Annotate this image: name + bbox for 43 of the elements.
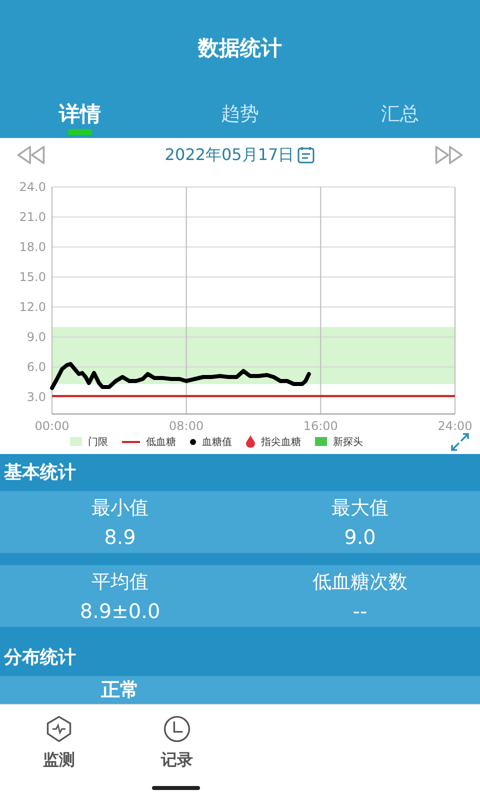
nav-item[interactable]: 记录: [118, 705, 236, 780]
nav-item[interactable]: 监测: [0, 705, 118, 780]
stat-label: 最大值: [332, 496, 388, 522]
legend-label: 血糖值: [202, 436, 232, 449]
page-title: 数据统计: [198, 35, 282, 62]
y-axis-label: 24.0: [19, 180, 46, 194]
x-axis-label: 24:00: [438, 418, 472, 430]
x-axis-label: 16:00: [303, 418, 338, 430]
stat-label: 低血糖次数: [312, 570, 408, 596]
section-header: 分布统计: [2, 646, 77, 670]
tab[interactable]: 详情: [0, 94, 160, 134]
y-axis-label: 18.0: [19, 240, 46, 254]
expand-icon[interactable]: [450, 432, 470, 452]
y-axis-label: 12.0: [19, 300, 46, 314]
stat-label: 最小值: [92, 496, 148, 522]
section-header: 基本统计: [3, 461, 77, 486]
stat-value: 8.9±0.0: [80, 599, 160, 624]
home-indicator: [152, 786, 200, 790]
legend-label: 门限: [88, 436, 108, 449]
distribution-label: 正常: [100, 678, 140, 704]
tab[interactable]: 趋势: [160, 94, 320, 134]
date-label[interactable]: 2022年05月17日: [164, 144, 294, 166]
y-axis-label: 6.0: [26, 360, 46, 374]
pulse-icon: [44, 714, 74, 744]
x-axis-label: 08:00: [169, 418, 204, 430]
legend-label: 指尖血糖: [261, 436, 301, 449]
calendar-icon[interactable]: [297, 146, 316, 164]
next-icon[interactable]: [434, 145, 464, 166]
previous-icon[interactable]: [16, 145, 46, 166]
y-axis-label: 3.0: [26, 390, 46, 404]
tab[interactable]: 汇总: [320, 94, 480, 134]
tab-indicator: [68, 129, 92, 135]
stat-value: 8.9: [104, 525, 136, 550]
stat-value: 9.0: [344, 525, 376, 550]
stat-value: --: [352, 599, 368, 624]
x-axis-label: 00:00: [34, 418, 70, 430]
legend-label: 低血糖: [146, 436, 176, 449]
clock-icon: [162, 714, 192, 744]
y-axis-label: 21.0: [19, 210, 46, 224]
y-axis-label: 9.0: [26, 330, 46, 344]
stat-label: 平均值: [92, 570, 148, 596]
legend-label: 新探头: [333, 436, 363, 449]
y-axis-label: 15.0: [19, 270, 46, 284]
